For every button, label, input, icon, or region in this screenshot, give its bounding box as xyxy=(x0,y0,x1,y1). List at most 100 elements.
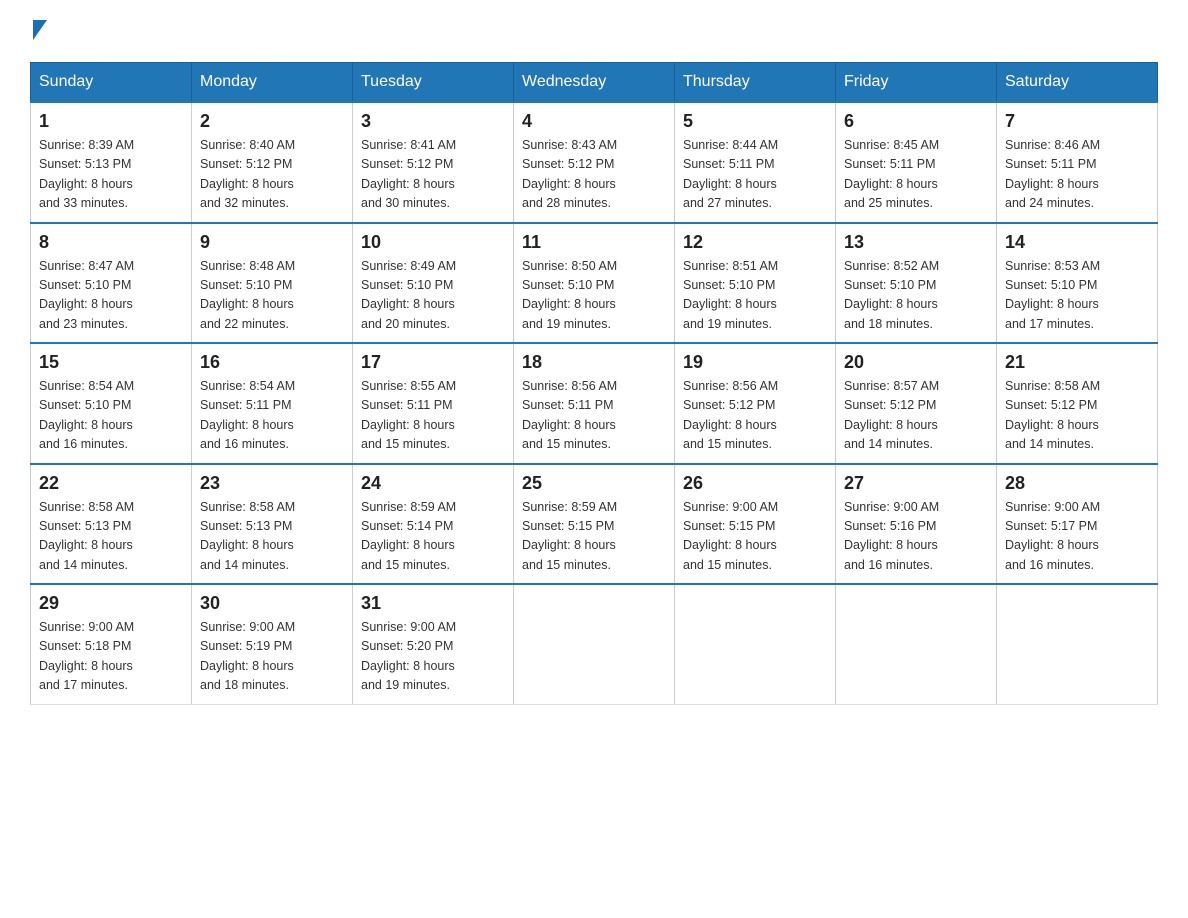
day-number: 9 xyxy=(200,232,344,253)
calendar-day-cell: 1Sunrise: 8:39 AM Sunset: 5:13 PM Daylig… xyxy=(31,102,192,223)
day-info: Sunrise: 8:54 AM Sunset: 5:11 PM Dayligh… xyxy=(200,377,344,455)
calendar-day-cell: 21 Sunrise: 8:58 AM Sunset: 5:12 PM Dayli… xyxy=(997,343,1158,464)
calendar-day-cell: 3 Sunrise: 8:41 AM Sunset: 5:12 PM Daylig… xyxy=(353,102,514,223)
day-number: 18 xyxy=(522,352,666,373)
day-info: Sunrise: 8:47 AM Sunset: 5:10 PM Dayligh… xyxy=(39,257,183,335)
day-number: 10 xyxy=(361,232,505,253)
day-number: 28 xyxy=(1005,473,1149,494)
day-info: Sunrise: 8:54 AM Sunset: 5:10 PM Dayligh… xyxy=(39,377,183,455)
calendar-day-cell: 8 Sunrise: 8:47 AM Sunset: 5:10 PM Daylig… xyxy=(31,223,192,344)
calendar-day-cell xyxy=(514,584,675,704)
day-info: Sunrise: 8:53 AM Sunset: 5:10 PM Dayligh… xyxy=(1005,257,1149,335)
calendar-day-cell: 7Sunrise: 8:46 AM Sunset: 5:11 PM Daylig… xyxy=(997,102,1158,223)
calendar-day-cell: 18 Sunrise: 8:56 AM Sunset: 5:11 PM Dayli… xyxy=(514,343,675,464)
calendar-day-cell: 19Sunrise: 8:56 AM Sunset: 5:12 PM Dayli… xyxy=(675,343,836,464)
calendar-day-cell: 25 Sunrise: 8:59 AM Sunset: 5:15 PM Dayli… xyxy=(514,464,675,585)
day-info: Sunrise: 8:58 AM Sunset: 5:13 PM Dayligh… xyxy=(200,498,344,576)
calendar-day-cell: 31 Sunrise: 9:00 AM Sunset: 5:20 PM Dayli… xyxy=(353,584,514,704)
calendar-day-cell: 28 Sunrise: 9:00 AM Sunset: 5:17 PM Dayli… xyxy=(997,464,1158,585)
day-info: Sunrise: 8:45 AM Sunset: 5:11 PM Dayligh… xyxy=(844,136,988,214)
day-number: 23 xyxy=(200,473,344,494)
day-number: 30 xyxy=(200,593,344,614)
calendar-day-cell: 4 Sunrise: 8:43 AM Sunset: 5:12 PM Daylig… xyxy=(514,102,675,223)
day-number: 21 xyxy=(1005,352,1149,373)
day-info: Sunrise: 8:40 AM Sunset: 5:12 PM Dayligh… xyxy=(200,136,344,214)
calendar-day-cell: 13Sunrise: 8:52 AM Sunset: 5:10 PM Dayli… xyxy=(836,223,997,344)
calendar-day-cell: 24 Sunrise: 8:59 AM Sunset: 5:14 PM Dayli… xyxy=(353,464,514,585)
calendar-day-cell: 17 Sunrise: 8:55 AM Sunset: 5:11 PM Dayli… xyxy=(353,343,514,464)
calendar-day-cell: 23 Sunrise: 8:58 AM Sunset: 5:13 PM Dayli… xyxy=(192,464,353,585)
calendar-week-row: 22 Sunrise: 8:58 AM Sunset: 5:13 PM Dayli… xyxy=(31,464,1158,585)
day-number: 20 xyxy=(844,352,988,373)
calendar-week-row: 8 Sunrise: 8:47 AM Sunset: 5:10 PM Daylig… xyxy=(31,223,1158,344)
day-info: Sunrise: 9:00 AM Sunset: 5:17 PM Dayligh… xyxy=(1005,498,1149,576)
calendar-day-cell xyxy=(997,584,1158,704)
day-info: Sunrise: 8:59 AM Sunset: 5:15 PM Dayligh… xyxy=(522,498,666,576)
calendar-weekday-tuesday: Tuesday xyxy=(353,63,514,103)
calendar-day-cell xyxy=(836,584,997,704)
day-number: 31 xyxy=(361,593,505,614)
day-info: Sunrise: 8:39 AM Sunset: 5:13 PM Dayligh… xyxy=(39,136,183,214)
day-number: 6 xyxy=(844,111,988,132)
day-info: Sunrise: 8:48 AM Sunset: 5:10 PM Dayligh… xyxy=(200,257,344,335)
day-info: Sunrise: 8:56 AM Sunset: 5:11 PM Dayligh… xyxy=(522,377,666,455)
day-info: Sunrise: 8:51 AM Sunset: 5:10 PM Dayligh… xyxy=(683,257,827,335)
calendar-weekday-wednesday: Wednesday xyxy=(514,63,675,103)
day-number: 11 xyxy=(522,232,666,253)
day-info: Sunrise: 9:00 AM Sunset: 5:18 PM Dayligh… xyxy=(39,618,183,696)
logo xyxy=(30,20,47,42)
calendar-day-cell: 22 Sunrise: 8:58 AM Sunset: 5:13 PM Dayli… xyxy=(31,464,192,585)
day-info: Sunrise: 8:59 AM Sunset: 5:14 PM Dayligh… xyxy=(361,498,505,576)
day-number: 3 xyxy=(361,111,505,132)
calendar-weekday-saturday: Saturday xyxy=(997,63,1158,103)
day-info: Sunrise: 8:58 AM Sunset: 5:13 PM Dayligh… xyxy=(39,498,183,576)
calendar-day-cell: 10 Sunrise: 8:49 AM Sunset: 5:10 PM Dayli… xyxy=(353,223,514,344)
calendar-day-cell: 6 Sunrise: 8:45 AM Sunset: 5:11 PM Daylig… xyxy=(836,102,997,223)
day-number: 2 xyxy=(200,111,344,132)
page-header xyxy=(30,20,1158,42)
calendar-day-cell: 30 Sunrise: 9:00 AM Sunset: 5:19 PM Dayli… xyxy=(192,584,353,704)
calendar-weekday-monday: Monday xyxy=(192,63,353,103)
day-info: Sunrise: 8:52 AM Sunset: 5:10 PM Dayligh… xyxy=(844,257,988,335)
day-number: 7 xyxy=(1005,111,1149,132)
day-number: 16 xyxy=(200,352,344,373)
day-number: 4 xyxy=(522,111,666,132)
day-number: 17 xyxy=(361,352,505,373)
day-number: 24 xyxy=(361,473,505,494)
calendar-day-cell: 11Sunrise: 8:50 AM Sunset: 5:10 PM Dayli… xyxy=(514,223,675,344)
day-number: 8 xyxy=(39,232,183,253)
day-number: 27 xyxy=(844,473,988,494)
calendar-day-cell: 5 Sunrise: 8:44 AM Sunset: 5:11 PM Daylig… xyxy=(675,102,836,223)
calendar-week-row: 15 Sunrise: 8:54 AM Sunset: 5:10 PM Dayli… xyxy=(31,343,1158,464)
day-info: Sunrise: 9:00 AM Sunset: 5:19 PM Dayligh… xyxy=(200,618,344,696)
day-number: 26 xyxy=(683,473,827,494)
day-info: Sunrise: 9:00 AM Sunset: 5:20 PM Dayligh… xyxy=(361,618,505,696)
day-info: Sunrise: 9:00 AM Sunset: 5:15 PM Dayligh… xyxy=(683,498,827,576)
day-number: 19 xyxy=(683,352,827,373)
day-info: Sunrise: 8:41 AM Sunset: 5:12 PM Dayligh… xyxy=(361,136,505,214)
day-number: 22 xyxy=(39,473,183,494)
day-number: 15 xyxy=(39,352,183,373)
calendar-weekday-friday: Friday xyxy=(836,63,997,103)
calendar-day-cell: 29 Sunrise: 9:00 AM Sunset: 5:18 PM Dayli… xyxy=(31,584,192,704)
day-number: 29 xyxy=(39,593,183,614)
day-info: Sunrise: 9:00 AM Sunset: 5:16 PM Dayligh… xyxy=(844,498,988,576)
calendar-day-cell: 2 Sunrise: 8:40 AM Sunset: 5:12 PM Daylig… xyxy=(192,102,353,223)
calendar-weekday-sunday: Sunday xyxy=(31,63,192,103)
calendar-weekday-thursday: Thursday xyxy=(675,63,836,103)
calendar-day-cell: 26 Sunrise: 9:00 AM Sunset: 5:15 PM Dayli… xyxy=(675,464,836,585)
day-number: 25 xyxy=(522,473,666,494)
day-number: 5 xyxy=(683,111,827,132)
logo-triangle-icon xyxy=(33,20,47,40)
calendar-day-cell: 15 Sunrise: 8:54 AM Sunset: 5:10 PM Dayli… xyxy=(31,343,192,464)
calendar-table: SundayMondayTuesdayWednesdayThursdayFrid… xyxy=(30,62,1158,705)
day-info: Sunrise: 8:43 AM Sunset: 5:12 PM Dayligh… xyxy=(522,136,666,214)
day-info: Sunrise: 8:58 AM Sunset: 5:12 PM Dayligh… xyxy=(1005,377,1149,455)
day-info: Sunrise: 8:55 AM Sunset: 5:11 PM Dayligh… xyxy=(361,377,505,455)
day-info: Sunrise: 8:44 AM Sunset: 5:11 PM Dayligh… xyxy=(683,136,827,214)
day-info: Sunrise: 8:49 AM Sunset: 5:10 PM Dayligh… xyxy=(361,257,505,335)
calendar-day-cell xyxy=(675,584,836,704)
calendar-day-cell: 14Sunrise: 8:53 AM Sunset: 5:10 PM Dayli… xyxy=(997,223,1158,344)
calendar-week-row: 1Sunrise: 8:39 AM Sunset: 5:13 PM Daylig… xyxy=(31,102,1158,223)
calendar-header-row: SundayMondayTuesdayWednesdayThursdayFrid… xyxy=(31,63,1158,103)
